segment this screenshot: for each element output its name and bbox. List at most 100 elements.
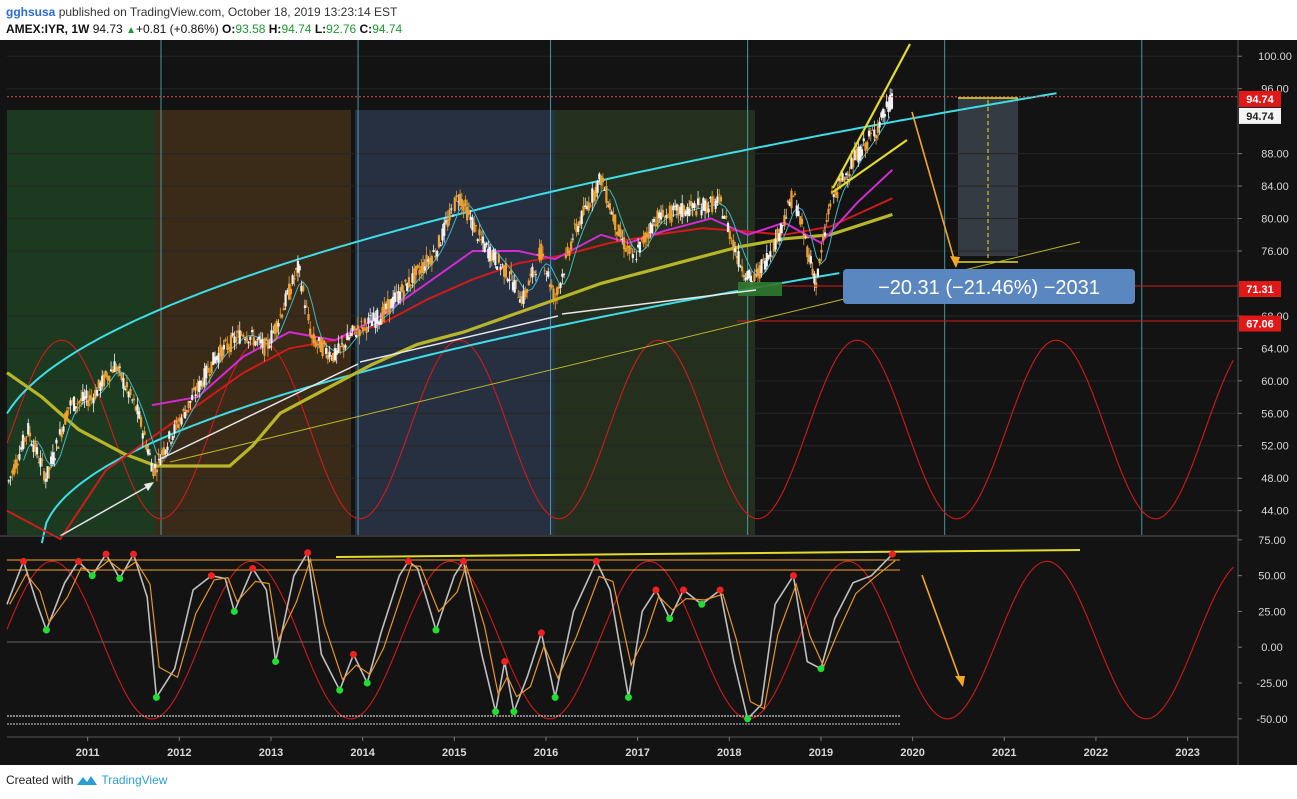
high-label: H: xyxy=(268,22,282,36)
candle-body xyxy=(695,210,698,216)
time-tick-label: 2016 xyxy=(534,747,558,759)
candle-body xyxy=(159,459,162,465)
candle-body xyxy=(430,256,433,265)
candle-body xyxy=(624,248,627,252)
tradingview-logo-icon[interactable] xyxy=(76,773,98,787)
candle-body xyxy=(53,458,56,461)
candle-body xyxy=(175,419,178,424)
candle-body xyxy=(559,283,562,288)
candle-body xyxy=(258,336,261,340)
candle-body xyxy=(601,177,604,183)
time-tick-label: 2023 xyxy=(1175,747,1199,759)
candle-body xyxy=(95,389,99,396)
price-label-text: 71.31 xyxy=(1246,284,1274,296)
price-chart[interactable]: −20.31 (−21.46%) −2031 100.0096.0088.008… xyxy=(0,40,1297,765)
candle-body xyxy=(235,337,238,343)
candle-body xyxy=(16,463,19,466)
candle-body xyxy=(883,113,886,117)
author-name[interactable]: gghsusa xyxy=(6,5,55,19)
oscillator-trough-dot xyxy=(624,693,632,701)
oscillator-trough-dot xyxy=(492,708,500,716)
candle-body xyxy=(725,215,728,218)
candle-body xyxy=(829,203,832,207)
candle-body xyxy=(298,265,301,271)
candle-body xyxy=(432,250,435,253)
candle-body xyxy=(247,341,250,344)
candle-body xyxy=(464,199,467,206)
candle-body xyxy=(337,343,340,353)
oscillator-peak-dot xyxy=(789,572,797,580)
candle-body xyxy=(455,195,458,198)
open-label: O: xyxy=(222,22,236,36)
candle-body xyxy=(62,426,65,432)
candle-body xyxy=(347,337,351,340)
candle-body xyxy=(173,424,176,434)
price-tick-label: 84.00 xyxy=(1261,181,1289,193)
time-tick-label: 2014 xyxy=(350,747,375,759)
candle-body xyxy=(185,409,188,412)
candle-body xyxy=(483,243,486,252)
candle-body xyxy=(568,250,571,256)
candle-body xyxy=(711,196,714,213)
candle-body xyxy=(533,271,536,273)
candle-body xyxy=(280,314,284,318)
candle-body xyxy=(76,403,79,405)
candle-body xyxy=(404,279,407,282)
time-tick-label: 2021 xyxy=(992,747,1016,759)
candle-body xyxy=(180,417,183,425)
candle-body xyxy=(733,248,737,253)
candle-body xyxy=(291,275,294,285)
candle-body xyxy=(878,121,881,128)
oscillator-trough-dot xyxy=(551,693,559,701)
green-box-2018 xyxy=(738,282,782,296)
candle xyxy=(437,234,441,249)
candle-body xyxy=(582,205,585,215)
oscillator-peak-dot xyxy=(679,586,687,594)
candle-body xyxy=(362,327,365,332)
high-value: 94.74 xyxy=(281,22,312,36)
candle-body xyxy=(108,375,111,382)
candle-body xyxy=(143,431,146,435)
oscillator-tick-label: 25.00 xyxy=(1258,606,1286,618)
price-label-text: 94.74 xyxy=(1246,111,1274,123)
candle-body xyxy=(554,300,557,301)
candle-body xyxy=(9,476,12,478)
candle-body xyxy=(608,203,612,210)
candle-body xyxy=(473,222,476,233)
close-value: 94.74 xyxy=(372,22,403,36)
candle-body xyxy=(843,176,846,182)
candle-body xyxy=(41,459,44,461)
candle-body xyxy=(148,453,151,455)
candle-body xyxy=(21,434,25,450)
candle-body xyxy=(564,254,567,259)
candle-body xyxy=(836,192,839,199)
candle-body xyxy=(497,254,500,263)
candle-body xyxy=(316,344,319,346)
candle-body xyxy=(78,401,81,404)
candle-body xyxy=(719,196,723,202)
candle-body xyxy=(638,241,641,253)
candle-body xyxy=(596,180,599,193)
candle-body xyxy=(44,478,47,482)
candle-body xyxy=(35,447,39,455)
candle-body xyxy=(289,288,292,295)
candle-body xyxy=(55,439,58,444)
candle-body xyxy=(171,436,174,440)
price-tick-label: 52.00 xyxy=(1261,441,1289,453)
candle-body xyxy=(712,199,716,200)
candle-body xyxy=(823,232,827,236)
candle-body xyxy=(513,280,516,293)
candle-body xyxy=(245,337,248,342)
candle-body xyxy=(783,215,786,227)
candle-body xyxy=(778,233,781,242)
candle-body xyxy=(665,214,668,218)
candle-body xyxy=(340,343,344,345)
tradingview-brand[interactable]: TradingView xyxy=(101,773,167,787)
candle-body xyxy=(164,450,167,455)
candle-body xyxy=(822,236,825,241)
candle-body xyxy=(635,259,638,260)
candle-body xyxy=(222,344,225,350)
candle-body xyxy=(277,323,280,327)
candle-body xyxy=(166,446,169,451)
publish-info: published on TradingView.com, October 18… xyxy=(58,5,398,19)
